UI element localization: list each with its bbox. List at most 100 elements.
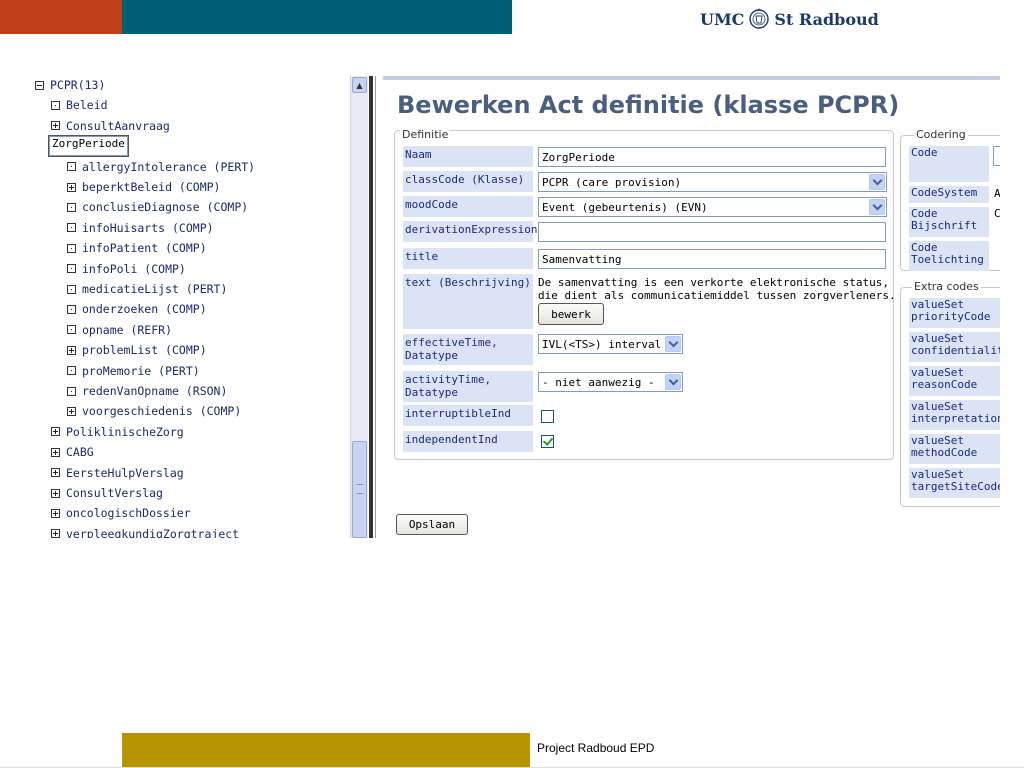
expand-icon[interactable] (67, 345, 76, 355)
naam-input[interactable]: ZorgPeriode (538, 147, 886, 167)
expand-icon[interactable] (51, 447, 60, 457)
tree-item-label[interactable]: allergyIntolerance (PERT) (82, 158, 255, 176)
expand-icon[interactable] (67, 406, 76, 416)
pane-divider-line (375, 76, 376, 538)
code-bijschrift-line2: Bijschrift (911, 219, 978, 232)
tree-item[interactable]: verpleegkundigZorgtraject (51, 525, 239, 538)
extra-code-line2: priorityCode (911, 310, 991, 323)
tree-item[interactable]: medicatieLijst (PERT) (67, 280, 227, 298)
tree-item[interactable]: onderzoeken (COMP) (67, 300, 207, 318)
scroll-thumb[interactable] (352, 441, 367, 538)
bewerk-button[interactable]: bewerk (538, 303, 604, 325)
tree-item[interactable]: ConsultAanvraag (51, 117, 170, 135)
tree-item-label[interactable]: beperktBeleid (COMP) (82, 178, 220, 196)
tree-item[interactable]: beperktBeleid (COMP) (67, 178, 220, 196)
tree-item[interactable]: conclusieDiagnose (COMP) (67, 198, 248, 216)
effectivetime-select[interactable]: IVL(<TS>) interval (538, 334, 683, 354)
extra-code-line2: interpretationC (911, 412, 1004, 425)
tree-item-label[interactable]: opname (REFR) (82, 321, 172, 339)
tree-item-label[interactable]: ZorgPeriode (48, 135, 129, 158)
interruptibleind-checkbox[interactable] (541, 410, 554, 423)
tree-item[interactable]: problemList (COMP) (67, 341, 207, 359)
tree-item[interactable]: voorgeschiedenis (COMP) (67, 402, 241, 420)
header-teal-bar (122, 0, 512, 34)
tree-item[interactable]: EersteHulpVerslag (51, 464, 184, 482)
extra-code-label: valueSet methodCode (909, 434, 1004, 464)
tree-item-label[interactable]: voorgeschiedenis (COMP) (82, 402, 241, 420)
effectivetime-label-line2: Datatype (405, 349, 458, 362)
tree-item[interactable]: ConsultVerslag (51, 484, 163, 502)
tree-item-label[interactable]: redenVanOpname (RSON) (82, 382, 227, 400)
tree-item-label[interactable]: verpleegkundigZorgtraject (66, 525, 239, 538)
chevron-down-icon[interactable] (665, 336, 681, 352)
tree-item[interactable]: oncologischDossier (51, 504, 191, 522)
tree-item-label[interactable]: ConsultVerslag (66, 484, 163, 502)
code-toelichting-line2: Toelichting (911, 253, 984, 266)
expand-icon[interactable] (51, 121, 60, 131)
tree-item[interactable]: proMemorie (PERT) (67, 362, 200, 380)
classcode-label: classCode (Klasse) (403, 171, 533, 192)
leaf-icon (67, 325, 76, 335)
tree-item-label[interactable]: infoPatient (COMP) (82, 239, 207, 257)
tree-item-label[interactable]: PCPR(13) (50, 76, 105, 94)
tree-item[interactable]: opname (REFR) (67, 321, 172, 339)
extra-code-line2: targetSiteCode (911, 480, 1004, 493)
leaf-icon (67, 284, 76, 294)
tree-item[interactable]: PoliklinischeZorg (51, 423, 184, 441)
title-input[interactable]: Samenvatting (538, 249, 886, 269)
tree-item-label[interactable]: infoHuisarts (COMP) (82, 219, 214, 237)
header-red-bar (0, 0, 122, 34)
tree-scrollbar[interactable]: ▲ (350, 76, 368, 538)
logo-text-left: UMC (700, 9, 745, 29)
tree-item-label[interactable]: conclusieDiagnose (COMP) (82, 198, 248, 216)
form-top-border (383, 76, 1000, 80)
tree-item[interactable]: Beleid (51, 96, 108, 114)
chevron-down-icon[interactable] (869, 199, 885, 215)
right-edge-clip (1000, 76, 1024, 546)
extra-code-label: valueSet reasonCode (909, 366, 1004, 396)
tree-item-label[interactable]: CABG (66, 443, 94, 461)
tree-item[interactable]: redenVanOpname (RSON) (67, 382, 227, 400)
footer-text: Project Radboud EPD (537, 741, 655, 755)
tree-item-label[interactable]: PoliklinischeZorg (66, 423, 184, 441)
logo-text-right: St Radboud (774, 9, 879, 29)
chevron-down-icon[interactable] (665, 374, 681, 390)
tree-item-label[interactable]: proMemorie (PERT) (82, 362, 200, 380)
tree-item-label[interactable]: Beleid (66, 96, 108, 114)
independentind-checkbox[interactable] (541, 435, 554, 448)
expand-icon[interactable] (51, 427, 60, 437)
leaf-icon (51, 100, 60, 110)
tree-item-label[interactable]: medicatieLijst (PERT) (82, 280, 227, 298)
scroll-up-arrow-icon[interactable]: ▲ (352, 77, 367, 93)
classcode-select[interactable]: PCPR (care provision) (538, 172, 887, 192)
expand-icon[interactable] (51, 529, 60, 538)
derivationexpression-input[interactable] (538, 222, 886, 242)
tree-item-label[interactable]: problemList (COMP) (82, 341, 207, 359)
tree-item[interactable]: infoPoli (COMP) (67, 260, 186, 278)
expand-icon[interactable] (51, 508, 60, 518)
activitytime-select[interactable]: - niet aanwezig - (538, 372, 683, 392)
chevron-down-icon[interactable] (869, 174, 885, 190)
tree-item[interactable]: infoHuisarts (COMP) (67, 219, 214, 237)
expand-icon[interactable] (67, 182, 76, 192)
tree-item-label[interactable]: ConsultAanvraag (66, 117, 170, 135)
tree-item[interactable]: PCPR(13) (35, 76, 105, 94)
expand-icon[interactable] (51, 488, 60, 498)
moodcode-select[interactable]: Event (gebeurtenis) (EVN) (538, 197, 887, 217)
tree-item[interactable]: ZorgPeriode (48, 135, 129, 158)
tree-item-label[interactable]: infoPoli (COMP) (82, 260, 186, 278)
effectivetime-value: IVL(<TS>) interval (542, 338, 662, 351)
definitie-legend: Definitie (400, 128, 451, 141)
opslaan-button[interactable]: Opslaan (396, 514, 468, 535)
tree-item-label[interactable]: onderzoeken (COMP) (82, 300, 207, 318)
expand-icon[interactable] (51, 468, 60, 478)
pane-divider[interactable] (369, 76, 373, 538)
tree-item-label[interactable]: EersteHulpVerslag (66, 464, 184, 482)
tree-item[interactable]: allergyIntolerance (PERT) (67, 158, 255, 176)
naam-label: Naam (403, 146, 533, 167)
tree-item-label[interactable]: oncologischDossier (66, 504, 191, 522)
tree-item[interactable]: CABG (51, 443, 94, 461)
class-tree: PCPR(13) Beleid ConsultAanvraag ZorgPeriode… (35, 76, 350, 538)
collapse-icon[interactable] (35, 80, 44, 90)
tree-item[interactable]: infoPatient (COMP) (67, 239, 207, 257)
